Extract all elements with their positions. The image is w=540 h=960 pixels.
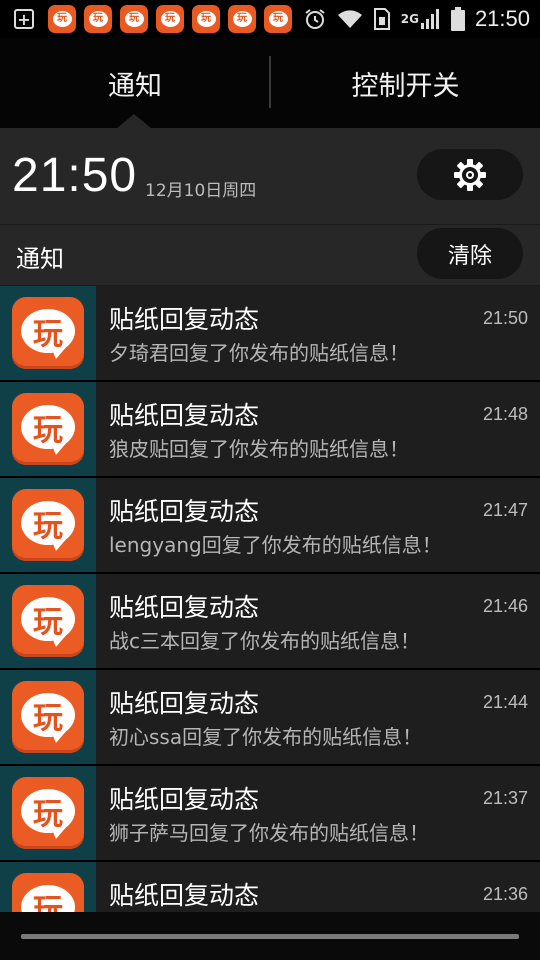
app-notification-icon: 玩 — [84, 5, 112, 33]
notification-title: 贴纸回复动态 — [109, 305, 260, 334]
app-icon: 玩 — [12, 777, 84, 849]
notification-item[interactable]: 玩 贴纸回复动态 21:36 — [0, 862, 540, 912]
sim-icon — [373, 8, 390, 30]
notification-icon-cell: 玩 — [0, 574, 96, 668]
tab-toggles[interactable]: 控制开关 — [271, 38, 540, 128]
notification-item[interactable]: 玩 贴纸回复动态狼皮贴回复了你发布的贴纸信息！ 21:48 — [0, 382, 540, 476]
gear-icon — [454, 158, 486, 191]
status-bar: + 玩玩玩玩玩玩玩 2G 21:50 — [0, 0, 540, 38]
notification-message: 初心ssa回复了你发布的贴纸信息！ — [109, 725, 423, 749]
app-notification-icon: 玩 — [192, 5, 220, 33]
alarm-icon — [305, 9, 325, 29]
notification-list[interactable]: 玩贴纸回复动态 夕琦君回复了你发布的贴纸信息！ 21:50 玩贴纸回复动态 狼皮贴回复了… — [0, 286, 540, 912]
app-glyph: 玩 — [33, 893, 63, 912]
settings-button[interactable] — [417, 149, 523, 200]
shade-tabs: 通知 控制开关 — [0, 38, 540, 128]
notification-message: 狼皮贴回复了你发布的贴纸信息！ — [109, 437, 409, 461]
app-glyph: 玩 — [33, 701, 63, 736]
clear-all-button[interactable]: 清除 — [417, 228, 523, 279]
app-notification-icon: 玩 — [228, 5, 256, 33]
notification-item[interactable]: 玩 贴纸回复动态狮子萨马回复了你发布的贴纸信息！ 21:37 — [0, 766, 540, 860]
notification-message: lengyang回复了你发布的贴纸信息！ — [109, 533, 442, 557]
notifications-title: 通知 — [16, 245, 64, 273]
app-glyph: 玩 — [196, 11, 216, 27]
notification-title: 贴纸回复动态 — [109, 401, 260, 430]
notification-title: 贴纸回复动态 — [109, 689, 260, 718]
app-glyph: 玩 — [268, 11, 288, 27]
header-date: 12月10日周四 — [145, 181, 257, 201]
notification-title: 贴纸回复动态 — [109, 593, 260, 622]
notification-icon-cell: 玩 — [0, 862, 96, 912]
app-icon: 玩 — [12, 873, 84, 912]
network-type-label: 2G — [400, 12, 419, 26]
notification-item[interactable]: 玩 贴纸回复动态初心ssa回复了你发布的贴纸信息！ 21:44 — [0, 670, 540, 764]
app-notification-icon: 玩 — [156, 5, 184, 33]
notifications-header: 通知 清除 — [0, 225, 540, 285]
app-glyph: 玩 — [33, 317, 63, 352]
notification-item[interactable]: 玩 贴纸回复动态 lengyang回复了你发布的贴纸信息！ 21:47 — [0, 478, 540, 572]
notification-icon-cell: 玩 — [0, 766, 96, 860]
wifi-icon — [337, 10, 362, 28]
app-glyph: 玩 — [33, 509, 63, 544]
shade-bottom-bar — [0, 912, 540, 960]
app-notification-icon: 玩 — [120, 5, 148, 33]
app-glyph: 玩 — [33, 797, 63, 832]
notification-icon-cell: 玩 — [0, 286, 96, 380]
notification-icon-cell: 玩 — [0, 382, 96, 476]
notification-time: 21:44 — [482, 692, 528, 712]
header-clock: 21:50 — [12, 149, 138, 202]
notification-time: 21:50 — [482, 308, 528, 328]
notification-time: 21:36 — [482, 884, 528, 904]
notification-title: 贴纸回复动态 — [109, 497, 260, 526]
battery-icon — [450, 7, 465, 31]
add-box-icon: + — [14, 9, 34, 29]
app-glyph: 玩 — [124, 11, 144, 27]
status-bar-notification-icons: + 玩玩玩玩玩玩玩 — [14, 5, 300, 33]
notification-title: 贴纸回复动态 — [109, 881, 260, 910]
notification-icon-cell: 玩 — [0, 478, 96, 572]
notification-time: 21:47 — [482, 500, 528, 520]
active-tab-indicator — [117, 114, 151, 128]
app-glyph: 玩 — [33, 605, 63, 640]
notification-time: 21:48 — [482, 404, 528, 424]
status-bar-system-icons: 2G 21:50 — [293, 4, 530, 34]
notification-message: 夕琦君回复了你发布的贴纸信息！ — [109, 341, 409, 365]
app-icon: 玩 — [12, 297, 84, 369]
notification-message: 战c三本回复了你发布的贴纸信息！ — [109, 629, 420, 653]
signal-icon — [420, 9, 439, 29]
date-time-header: 21:50 12月10日周四 — [0, 128, 540, 225]
app-glyph: 玩 — [232, 11, 252, 27]
notification-time: 21:46 — [482, 596, 528, 616]
app-notification-icon: 玩 — [48, 5, 76, 33]
notification-message: 狮子萨马回复了你发布的贴纸信息！ — [109, 821, 429, 845]
app-glyph: 玩 — [52, 11, 72, 27]
app-icon: 玩 — [12, 681, 84, 753]
app-icon: 玩 — [12, 393, 84, 465]
app-glyph: 玩 — [88, 11, 108, 27]
app-icon: 玩 — [12, 585, 84, 657]
notification-title: 贴纸回复动态 — [109, 785, 260, 814]
notification-icon-cell: 玩 — [0, 670, 96, 764]
app-icon: 玩 — [12, 489, 84, 561]
notification-time: 21:37 — [482, 788, 528, 808]
status-bar-time: 21:50 — [474, 6, 530, 31]
notification-item[interactable]: 玩 贴纸回复动态战c三本回复了你发布的贴纸信息！ 21:46 — [0, 574, 540, 668]
app-notification-icon: 玩 — [264, 5, 292, 33]
app-glyph: 玩 — [160, 11, 180, 27]
drag-handle[interactable] — [21, 934, 519, 939]
notification-item[interactable]: 玩 贴纸回复动态夕琦君回复了你发布的贴纸信息！ 21:50 — [0, 286, 540, 380]
app-glyph: 玩 — [33, 413, 63, 448]
